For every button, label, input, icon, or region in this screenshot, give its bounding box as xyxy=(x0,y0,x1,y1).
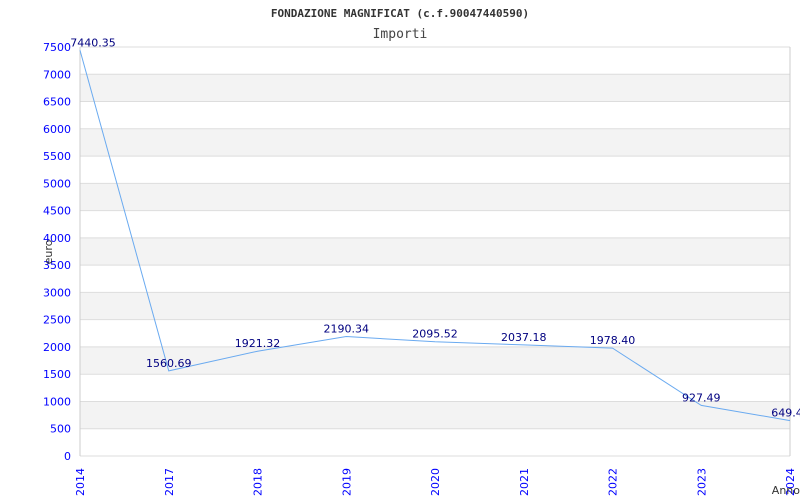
y-tick-label: 2500 xyxy=(43,314,71,327)
data-label: 2037.18 xyxy=(501,331,547,344)
x-axis-label: Anno xyxy=(772,484,800,497)
y-tick-label: 5000 xyxy=(43,177,71,190)
data-label: 649.4 xyxy=(771,407,800,420)
chart-title: FONDAZIONE MAGNIFICAT (c.f.90047440590) xyxy=(271,7,529,20)
grid-band xyxy=(80,237,790,266)
data-label: 927.49 xyxy=(682,391,721,404)
y-axis-label: euro xyxy=(42,239,55,264)
data-label: 1978.40 xyxy=(590,334,636,347)
x-tick-label: 2020 xyxy=(429,468,442,496)
y-tick-label: 3000 xyxy=(43,286,71,299)
data-label: 2190.34 xyxy=(324,323,370,336)
data-label: 1921.32 xyxy=(235,337,281,350)
y-tick-label: 6000 xyxy=(43,123,71,136)
y-tick-label: 5500 xyxy=(43,150,71,163)
y-tick-label: 1000 xyxy=(43,395,71,408)
x-tick-label: 2021 xyxy=(518,468,531,496)
y-tick-label: 0 xyxy=(64,450,71,463)
x-tick-label: 2018 xyxy=(252,468,265,496)
data-label: 7440.35 xyxy=(70,36,116,49)
grid-band xyxy=(80,292,790,320)
x-tick-label: 2014 xyxy=(74,468,87,496)
grid-band xyxy=(80,401,790,429)
x-tick-label: 2022 xyxy=(607,468,620,496)
y-tick-label: 7500 xyxy=(43,41,71,54)
y-tick-label: 1500 xyxy=(43,368,71,381)
line-chart: FONDAZIONE MAGNIFICAT (c.f.90047440590) … xyxy=(42,7,800,497)
y-tick-label: 6500 xyxy=(43,96,71,109)
x-tick-label: 2023 xyxy=(695,468,708,496)
data-label: 2095.52 xyxy=(412,328,458,341)
data-label: 1560.69 xyxy=(146,357,192,370)
grid-band xyxy=(80,183,790,211)
grid-band xyxy=(80,74,790,102)
chart-subtitle: Importi xyxy=(373,27,428,42)
grid-band xyxy=(80,128,790,157)
y-tick-label: 4500 xyxy=(43,205,71,218)
x-tick-label: 2019 xyxy=(340,468,353,496)
y-tick-label: 7000 xyxy=(43,68,71,81)
y-tick-label: 500 xyxy=(50,423,71,436)
y-tick-label: 2000 xyxy=(43,341,71,354)
x-tick-label: 2017 xyxy=(163,468,176,496)
